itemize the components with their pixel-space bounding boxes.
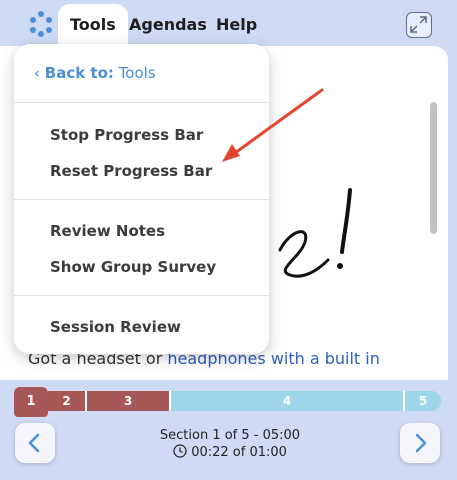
time-status: 00:22 of 01:00: [140, 444, 320, 460]
top-bar: Tools Agendas Help: [0, 0, 457, 48]
menu-divider: [14, 295, 269, 296]
scroll-thumb[interactable]: [430, 102, 437, 234]
progress-segment-3[interactable]: 3: [87, 391, 171, 411]
menu-divider: [14, 199, 269, 200]
progress-segment-5[interactable]: 5: [405, 391, 441, 411]
next-section-button[interactable]: [400, 423, 440, 463]
back-target: Tools: [118, 64, 156, 82]
time-elapsed: 00:22 of 01:00: [191, 445, 287, 460]
menu-help[interactable]: Help: [216, 10, 257, 40]
menu-agendas[interactable]: Agendas: [129, 10, 207, 40]
expand-button[interactable]: [406, 12, 432, 38]
menu-item-session-review[interactable]: Session Review: [50, 318, 181, 336]
menu-item-review-notes[interactable]: Review Notes: [50, 222, 165, 240]
clock-icon: [173, 444, 187, 458]
previous-section-button[interactable]: [15, 423, 55, 463]
menu-item-show-group-survey[interactable]: Show Group Survey: [50, 258, 216, 276]
chevron-left-icon: [28, 433, 40, 453]
progress-bar[interactable]: 2 3 4 5: [14, 391, 441, 411]
menu-tools[interactable]: Tools: [58, 4, 128, 48]
app-frame: Got a headset or headphones with a built…: [0, 0, 457, 480]
progress-segment-2[interactable]: 2: [48, 391, 87, 411]
annotation-arrow-icon: [222, 88, 324, 162]
chevron-right-icon: [415, 433, 427, 453]
current-segment-marker: 1: [14, 387, 48, 417]
expand-icon: [410, 16, 427, 33]
section-status: Section 1 of 5 - 05:00: [159, 428, 301, 443]
chevron-left-icon: ‹: [34, 64, 40, 82]
back-to-tools-link[interactable]: ‹ Back to: Tools: [34, 64, 156, 82]
menu-item-reset-progress-bar[interactable]: Reset Progress Bar: [50, 162, 212, 180]
back-prefix: Back to:: [44, 64, 114, 82]
content-scrollbar[interactable]: [426, 94, 440, 370]
menu-item-stop-progress-bar[interactable]: Stop Progress Bar: [50, 126, 203, 144]
logo-dots-icon[interactable]: [26, 9, 56, 39]
handwriting-graphic: [278, 188, 352, 278]
progress-segment-4[interactable]: 4: [171, 391, 405, 411]
